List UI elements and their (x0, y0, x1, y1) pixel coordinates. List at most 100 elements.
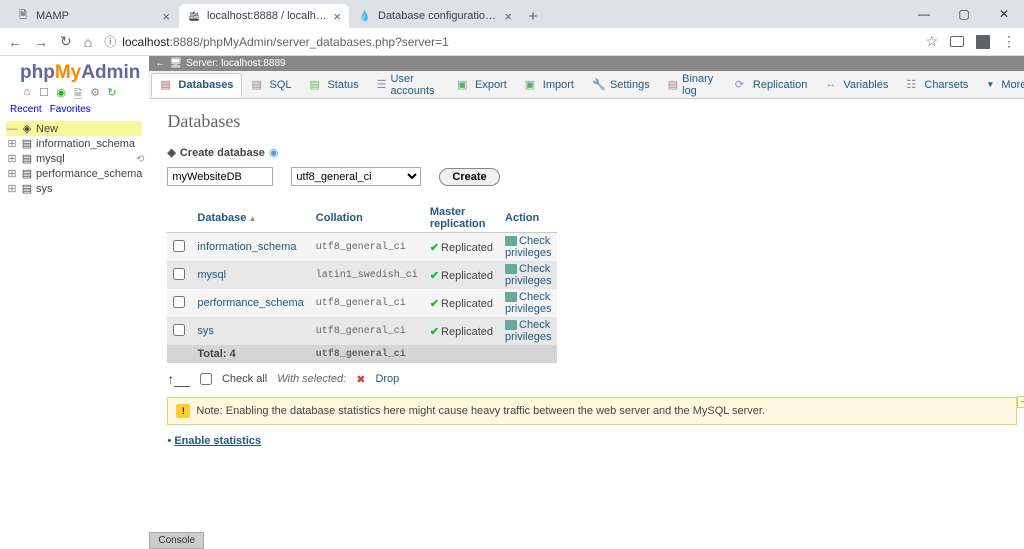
maximize-button[interactable]: ▢ (944, 7, 984, 21)
check-icon: ✔ (430, 270, 439, 282)
tree-new[interactable]: —◈New (6, 121, 142, 136)
forward-button[interactable]: → (34, 34, 48, 50)
profile-icon[interactable] (976, 35, 990, 49)
privileges-icon (505, 236, 517, 246)
back-button[interactable]: ← (8, 34, 22, 50)
col-collation[interactable]: Collation (310, 204, 424, 233)
db-name-link[interactable]: mysql (191, 261, 309, 289)
privileges-icon (505, 264, 517, 274)
star-icon[interactable]: ☆ (925, 33, 938, 50)
check-privileges-link[interactable]: Check privileges (499, 289, 557, 317)
browser-tab-active[interactable]: 🛳 localhost:8888 / localhost | phpM × (179, 4, 349, 28)
drop-icon: ✖ (356, 373, 365, 386)
replication-cell: ✔Replicated (424, 261, 499, 289)
pin-icon[interactable]: ⟲ (136, 154, 144, 165)
favorites-link[interactable]: Favorites (50, 104, 91, 115)
tab-title: Database configuration | Drupal (378, 10, 498, 22)
check-all-label[interactable]: Check all (222, 373, 267, 385)
row-checkbox[interactable] (173, 296, 185, 308)
check-icon: ✔ (430, 242, 439, 254)
globe-icon[interactable]: ◉ (54, 86, 68, 100)
tab-binary-log[interactable]: ▤Binary log (659, 68, 726, 102)
browser-tab[interactable]: 💧 Database configuration | Drupal × (350, 4, 520, 28)
close-icon[interactable]: × (504, 9, 512, 24)
close-icon[interactable]: × (162, 9, 170, 24)
database-icon: ▤ (20, 137, 34, 150)
expand-icon[interactable]: ⊞ (6, 152, 18, 165)
sidebar: phpMyAdmin ⌂ ☐ ◉ 🗎 ⚙ ↻ Recent Favorites … (0, 56, 149, 549)
info-icon[interactable]: ⓘ (104, 33, 116, 50)
settings-icon[interactable]: ⚙ (88, 86, 102, 100)
tab-status[interactable]: ▤Status (300, 73, 367, 97)
home-icon[interactable]: ⌂ (20, 86, 34, 100)
tab-settings[interactable]: 🔧Settings (583, 73, 659, 97)
tab-export[interactable]: ▣Export (448, 73, 516, 97)
file-icon: 🗎 (16, 9, 30, 23)
row-checkbox[interactable] (173, 240, 185, 252)
close-icon[interactable]: × (333, 9, 341, 24)
replication-cell: ✔Replicated (424, 317, 499, 345)
drupal-icon: 💧 (358, 9, 372, 23)
tree-db[interactable]: ⊞▤mysql (6, 151, 142, 166)
users-icon: ☰ (377, 78, 387, 92)
create-database-form: utf8_general_ci Create (167, 167, 1017, 186)
check-privileges-link[interactable]: Check privileges (499, 317, 557, 345)
check-all-checkbox[interactable] (200, 373, 212, 385)
variables-icon: ↔ (825, 78, 839, 92)
refresh-icon[interactable]: ↻ (105, 86, 119, 100)
doc-icon[interactable]: 🗎 (71, 86, 85, 100)
collation-select[interactable]: utf8_general_ci (291, 167, 421, 186)
tab-label: Status (327, 79, 358, 91)
tab-charsets[interactable]: ☷Charsets (897, 73, 977, 97)
new-tab-button[interactable]: + (521, 4, 545, 28)
arrow-up-icon: ↑__ (167, 371, 190, 387)
tab-label: Databases (178, 79, 233, 91)
collapse-hint-icon[interactable]: – (1017, 396, 1024, 408)
sidebar-toolbar: ⌂ ☐ ◉ 🗎 ⚙ ↻ (20, 86, 142, 100)
db-name-input[interactable] (167, 167, 273, 186)
tab-databases[interactable]: ▤Databases (151, 73, 242, 97)
create-button[interactable]: Create (439, 168, 499, 186)
close-window-button[interactable]: ✕ (984, 7, 1024, 21)
tree-db[interactable]: ⊞▤sys (6, 181, 142, 196)
recent-link[interactable]: Recent (10, 104, 42, 115)
check-privileges-link[interactable]: Check privileges (499, 233, 557, 262)
cast-icon[interactable] (950, 36, 964, 47)
check-privileges-link[interactable]: Check privileges (499, 261, 557, 289)
url-bar: ← → ↻ ⌂ ⓘ localhost:8888/phpMyAdmin/serv… (0, 28, 1024, 56)
db-name-link[interactable]: information_schema (191, 233, 309, 262)
home-button[interactable]: ⌂ (84, 34, 92, 50)
row-checkbox[interactable] (173, 324, 185, 336)
browser-tab[interactable]: 🗎 MAMP × (8, 4, 178, 28)
tab-sql[interactable]: ▤SQL (242, 73, 300, 97)
console-button[interactable]: Console (149, 532, 204, 549)
col-master-replication[interactable]: Master replication (424, 204, 499, 233)
server-back-icon[interactable]: ← (155, 58, 165, 69)
tab-replication[interactable]: ⟳Replication (726, 73, 816, 97)
url-field[interactable]: ⓘ localhost:8888/phpMyAdmin/server_datab… (104, 33, 913, 50)
tree-db[interactable]: ⊞▤performance_schema (6, 166, 142, 181)
tab-user-accounts[interactable]: ☰User accounts (368, 68, 448, 102)
expand-icon[interactable]: ⊞ (6, 167, 18, 180)
tab-variables[interactable]: ↔Variables (816, 73, 897, 97)
enable-statistics-link[interactable]: Enable statistics (174, 435, 261, 447)
expand-icon[interactable]: ⊞ (6, 137, 18, 150)
db-name-link[interactable]: sys (191, 317, 309, 345)
expand-icon[interactable]: ⊞ (6, 182, 18, 195)
total-label: Total: 4 (191, 345, 309, 363)
reload-button[interactable]: ↻ (60, 33, 72, 50)
minimize-button[interactable]: — (904, 7, 944, 21)
tab-more[interactable]: More (977, 74, 1024, 96)
tree-label: information_schema (36, 138, 135, 150)
table-row: performance_schemautf8_general_ci✔Replic… (167, 289, 557, 317)
tab-import[interactable]: ▣Import (516, 73, 583, 97)
help-icon[interactable]: ◉ (269, 146, 279, 159)
col-database[interactable]: Database (191, 204, 309, 233)
menu-icon[interactable]: ⋮ (1002, 33, 1016, 50)
drop-link[interactable]: Drop (375, 373, 399, 385)
content: Databases ◈ Create database ◉ utf8_gener… (149, 99, 1024, 549)
db-name-link[interactable]: performance_schema (191, 289, 309, 317)
row-checkbox[interactable] (173, 268, 185, 280)
tree-db[interactable]: ⊞▤information_schema (6, 136, 142, 151)
gear-icon[interactable]: ☐ (37, 86, 51, 100)
